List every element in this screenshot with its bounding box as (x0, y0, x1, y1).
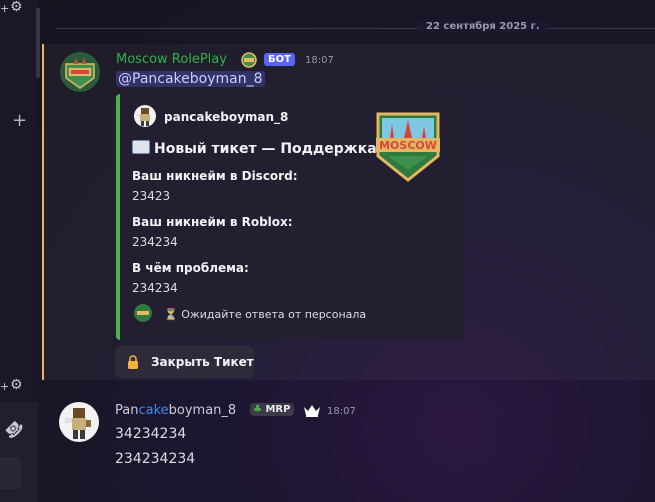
close-ticket-label: Закрыть Тикет (151, 355, 254, 369)
lock-icon (127, 354, 139, 369)
logo-text: MOSCOW (379, 139, 437, 152)
message-line-1: 34234234 (115, 426, 187, 442)
bot-badge: БОТ (264, 53, 295, 66)
message-line-2: 234234234 (115, 451, 196, 467)
embed-title: Новый тикет — Поддержка (132, 140, 377, 157)
user-mention[interactable]: @Pancakeboyman_8 (116, 71, 265, 87)
embed-author-name[interactable]: pancakeboyman_8 (164, 110, 288, 124)
embed-footer: ⏳ Ожидайте ответа от персонала (164, 308, 367, 321)
footer-icon (134, 304, 152, 322)
user-avatar[interactable] (59, 402, 99, 442)
leaf-icon: ♣ (253, 404, 262, 415)
date-divider-label: 22 сентября 2025 г. (418, 21, 548, 32)
server-tag-icon (241, 52, 257, 68)
message-time: 18:07 (305, 55, 334, 66)
bot-username[interactable]: Moscow RolePlay (116, 52, 227, 67)
embed-author-avatar[interactable] (134, 105, 156, 127)
embed-title-text: Новый тикет — Поддержка (154, 141, 377, 157)
moscow-logo-thumbnail[interactable]: MOSCOW (368, 104, 448, 184)
add-server-icon[interactable]: + (12, 110, 27, 131)
scrollbar[interactable] (36, 8, 40, 78)
ticket-embed: pancakeboyman_8 Новый тикет — Поддержка … (116, 94, 464, 340)
gear-icon-2[interactable]: ⚙ (10, 378, 24, 392)
moscow-avatar[interactable] (60, 52, 100, 92)
crown-icon (303, 402, 321, 417)
close-ticket-button[interactable]: Закрыть Тикет (115, 346, 254, 378)
server-rail: + ⚙ + + ⚙ ☎ (0, 0, 40, 502)
field-name-roblox: Ваш никнейм в Roblox: (132, 215, 293, 229)
envelope-icon (132, 140, 150, 154)
field-name-problem: В чём проблема: (132, 261, 249, 275)
add-small-icon-2[interactable]: + (0, 380, 9, 393)
field-value-roblox: 234234 (132, 235, 178, 249)
field-name-discord: Ваш никнейм в Discord: (132, 169, 298, 183)
gear-icon[interactable]: ⚙ (10, 0, 24, 14)
mrp-tag-badge: ♣ MRP (250, 403, 295, 416)
date-divider (56, 28, 655, 29)
message2-time: 18:07 (327, 406, 356, 417)
status-box (0, 457, 22, 489)
field-value-discord: 23423 (132, 189, 171, 203)
field-value-problem: 234234 (132, 281, 178, 295)
user-username[interactable]: Pancakeboyman_8 (115, 403, 236, 418)
add-small-icon[interactable]: + (0, 2, 9, 15)
